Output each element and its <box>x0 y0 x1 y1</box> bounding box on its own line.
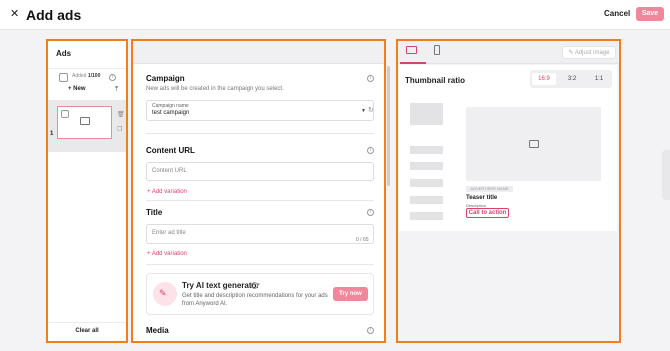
close-icon[interactable]: ✕ <box>10 9 19 20</box>
highlight-box-preview <box>396 39 621 343</box>
cancel-button[interactable]: Cancel <box>604 9 630 18</box>
scrollbar[interactable] <box>387 66 390 186</box>
highlight-box-form <box>131 39 386 343</box>
edge-handle <box>662 150 670 200</box>
save-button[interactable]: Save <box>636 7 664 21</box>
page-title: Add ads <box>26 7 82 23</box>
top-bar: ✕ Add ads Cancel Save <box>0 0 670 30</box>
highlight-box-ads <box>46 39 128 343</box>
